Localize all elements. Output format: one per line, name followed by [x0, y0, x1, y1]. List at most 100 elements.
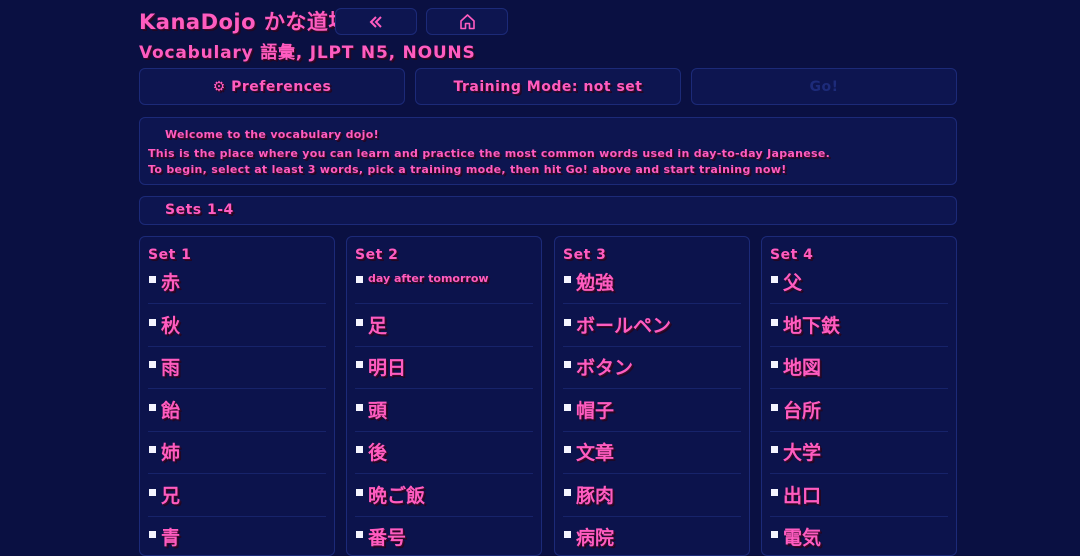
set-title: Set 1 [148, 247, 192, 263]
word-item[interactable]: day after tomorrow [355, 262, 533, 304]
app-title: KanaDojo かな道場 [139, 10, 350, 34]
word-item[interactable]: 帽子 [563, 390, 741, 432]
word-checkbox[interactable] [149, 531, 156, 538]
word-label: 晩ご飯 [368, 484, 426, 507]
word-label: 番号 [368, 527, 407, 549]
word-item[interactable]: 後 [355, 432, 533, 474]
set-title: Set 2 [355, 247, 399, 263]
word-checkbox[interactable] [564, 276, 571, 283]
word-checkbox[interactable] [564, 446, 571, 453]
word-item[interactable]: 雨 [148, 347, 326, 389]
set-column: Set 1 赤秋雨飴姉兄青 [139, 236, 335, 556]
preferences-button[interactable]: ⚙ Preferences [139, 68, 405, 105]
word-label: 父 [783, 272, 803, 294]
word-checkbox[interactable] [564, 361, 571, 368]
word-item[interactable]: 文章 [563, 432, 741, 474]
home-button[interactable] [426, 8, 508, 35]
welcome-line-2: To begin, select at least 3 words, pick … [148, 163, 787, 176]
word-checkbox[interactable] [149, 361, 156, 368]
word-checkbox[interactable] [771, 403, 778, 411]
word-item[interactable]: 台所 [770, 390, 948, 432]
word-item[interactable]: 出口 [770, 475, 948, 517]
word-checkbox[interactable] [356, 446, 363, 453]
word-checkbox[interactable] [149, 488, 156, 496]
word-item[interactable]: 青 [148, 517, 326, 555]
training-mode-button[interactable]: Training Mode: not set [415, 68, 681, 105]
word-checkbox[interactable] [356, 318, 363, 326]
word-item[interactable]: ボールペン [563, 305, 741, 347]
word-item[interactable]: 大学 [770, 432, 948, 474]
word-item[interactable]: 秋 [148, 305, 326, 347]
word-label: 明日 [368, 357, 407, 379]
word-item[interactable]: 足 [355, 305, 533, 347]
word-item[interactable]: 番号 [355, 517, 533, 555]
word-checkbox[interactable] [356, 361, 363, 368]
word-checkbox[interactable] [356, 488, 363, 496]
word-item[interactable]: 飴 [148, 390, 326, 432]
word-item[interactable]: 地図 [770, 347, 948, 389]
word-label: 地図 [783, 357, 822, 379]
word-label: 姉 [161, 442, 181, 464]
word-checkbox[interactable] [356, 531, 363, 538]
word-label: 台所 [783, 399, 822, 422]
word-item[interactable]: 地下鉄 [770, 305, 948, 347]
word-item[interactable]: 姉 [148, 432, 326, 474]
set-column: Set 4 父地下鉄地図台所大学出口電気 [761, 236, 957, 556]
word-label: day after tomorrow [368, 272, 489, 285]
word-item[interactable]: 晩ご飯 [355, 475, 533, 517]
word-label: 豚肉 [576, 484, 615, 507]
word-checkbox[interactable] [771, 531, 778, 538]
word-item[interactable]: ボタン [563, 347, 741, 389]
word-label: 帽子 [576, 399, 615, 422]
word-checkbox[interactable] [771, 446, 778, 453]
word-label: 雨 [161, 357, 181, 379]
welcome-line-1: This is the place where you can learn an… [148, 147, 831, 160]
word-checkbox[interactable] [149, 276, 156, 283]
set-title: Set 3 [563, 247, 607, 263]
word-label: 飴 [161, 399, 181, 422]
word-checkbox[interactable] [356, 276, 363, 283]
page-subtitle: Vocabulary 語彙, JLPT N5, NOUNS [139, 43, 476, 63]
word-label: 青 [161, 527, 181, 549]
sets-collapse-toggle[interactable]: Sets 1-4 [139, 196, 957, 225]
back-button[interactable] [335, 8, 417, 35]
word-label: ボールペン [576, 314, 672, 337]
sets-header-label: Sets 1-4 [165, 202, 234, 218]
word-checkbox[interactable] [771, 361, 778, 368]
word-label: 頭 [368, 399, 388, 422]
word-item[interactable]: 豚肉 [563, 475, 741, 517]
word-label: ボタン [576, 357, 634, 379]
set-title: Set 4 [770, 247, 814, 263]
word-item[interactable]: 電気 [770, 517, 948, 555]
word-item[interactable]: 勉強 [563, 262, 741, 304]
word-checkbox[interactable] [771, 488, 778, 496]
word-label: 出口 [783, 484, 822, 507]
word-item[interactable]: 病院 [563, 517, 741, 555]
word-label: 後 [368, 442, 388, 464]
word-checkbox[interactable] [564, 531, 571, 538]
word-item[interactable]: 赤 [148, 262, 326, 304]
word-checkbox[interactable] [149, 446, 156, 453]
word-checkbox[interactable] [564, 318, 571, 326]
word-label: 電気 [783, 527, 822, 549]
word-item[interactable]: 頭 [355, 390, 533, 432]
word-item[interactable]: 明日 [355, 347, 533, 389]
word-checkbox[interactable] [149, 318, 156, 326]
word-item[interactable]: 兄 [148, 475, 326, 517]
go-button[interactable]: Go! [691, 68, 957, 105]
word-checkbox[interactable] [771, 318, 778, 326]
double-chevron-left-icon [369, 15, 383, 28]
word-item[interactable]: 父 [770, 262, 948, 304]
word-label: 秋 [161, 314, 181, 337]
word-label: 赤 [161, 272, 181, 294]
word-checkbox[interactable] [771, 276, 778, 283]
word-checkbox[interactable] [564, 488, 571, 496]
word-checkbox[interactable] [564, 403, 571, 411]
word-label: 病院 [576, 527, 615, 549]
word-label: 地下鉄 [783, 314, 841, 337]
home-icon [459, 13, 476, 30]
word-checkbox[interactable] [356, 403, 363, 411]
word-label: 兄 [161, 484, 181, 507]
welcome-panel: Welcome to the vocabulary dojo! This is … [139, 117, 957, 185]
word-checkbox[interactable] [149, 403, 156, 411]
